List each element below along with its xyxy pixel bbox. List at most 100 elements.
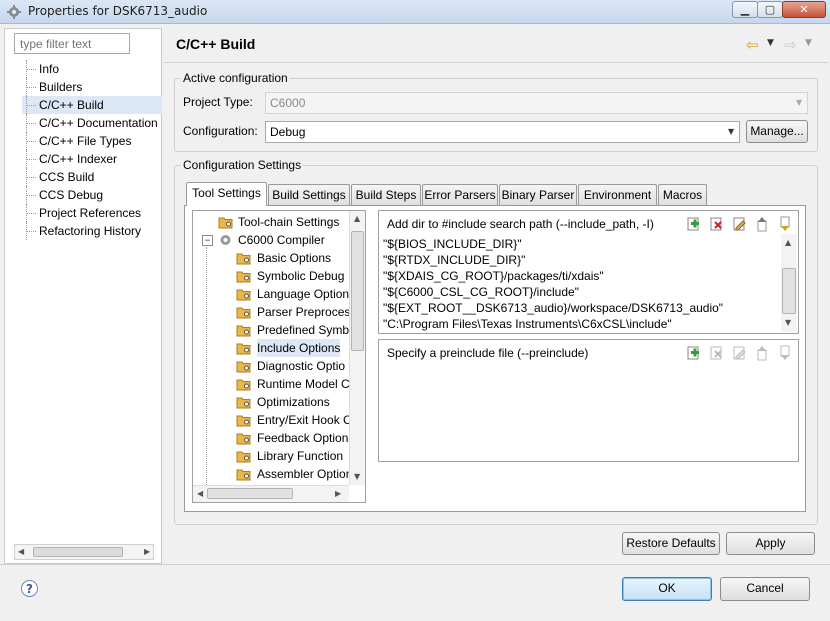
list-item[interactable]: "C:\Program Files\Texas Instruments\C6xC… (383, 316, 779, 332)
edit-icon[interactable] (731, 216, 747, 232)
list-item[interactable]: "${BIOS_INCLUDE_DIR}" (383, 236, 779, 252)
scroll-thumb[interactable] (351, 231, 364, 351)
tab-binary-parser[interactable]: Binary Parser (499, 184, 577, 205)
folder-gear-icon (236, 413, 251, 427)
back-history-dropdown-icon[interactable]: ▼ (767, 38, 774, 48)
nav-horizontal-scrollbar[interactable]: ◀ ▶ (14, 544, 154, 560)
add-icon[interactable] (685, 216, 701, 232)
tab-error-parsers[interactable]: Error Parsers (422, 184, 498, 205)
sidebar-item-refactoring-history[interactable]: Refactoring History (22, 222, 162, 240)
preinclude-panel: Specify a preinclude file (--preinclude) (378, 339, 799, 462)
folder-gear-icon (236, 359, 251, 373)
sidebar-item-cpp-documentation[interactable]: C/C++ Documentation (22, 114, 162, 132)
sidebar-item-cpp-indexer[interactable]: C/C++ Indexer (22, 150, 162, 168)
tree-item-feedback-options[interactable]: Feedback Option (193, 429, 349, 447)
sidebar-item-ccs-build[interactable]: CCS Build (22, 168, 162, 186)
configuration-label: Configuration: (183, 124, 258, 138)
sidebar-item-cpp-build[interactable]: C/C++ Build (22, 96, 162, 114)
move-up-icon[interactable] (754, 216, 770, 232)
back-arrow-icon[interactable]: ⇦ (746, 36, 759, 54)
delete-icon (708, 345, 724, 361)
tree-item-include-options[interactable]: Include Options (193, 339, 349, 357)
folder-gear-icon (236, 449, 251, 463)
folder-gear-icon (236, 395, 251, 409)
tree-item-library-function[interactable]: Library Function (193, 447, 349, 465)
preinclude-title: Specify a preinclude file (--preinclude) (387, 346, 589, 360)
minimize-button[interactable]: ▁ (732, 1, 758, 18)
sidebar-item-project-references[interactable]: Project References (22, 204, 162, 222)
tree-item-symbolic-debug[interactable]: Symbolic Debug (193, 267, 349, 285)
folder-gear-icon (236, 467, 251, 481)
forward-arrow-icon[interactable]: ⇨ (784, 36, 797, 54)
property-page-tree: Info Builders C/C++ Build C/C++ Document… (22, 60, 162, 240)
list-item[interactable]: "${EXT_ROOT__DSK6713_audio}/workspace/DS… (383, 300, 779, 316)
window-title: Properties for DSK6713_audio (28, 4, 208, 18)
move-down-icon (777, 345, 793, 361)
tool-options-tree: Tool-chain Settings − C6000 Compiler Bas… (192, 210, 366, 503)
project-type-select: C6000 (265, 92, 808, 114)
list-item[interactable]: "${XDAIS_CG_ROOT}/packages/ti/xdais" (383, 268, 779, 284)
restore-defaults-button[interactable]: Restore Defaults (622, 532, 720, 555)
scroll-down-icon[interactable]: ▼ (354, 472, 360, 481)
include-path-list: "${BIOS_INCLUDE_DIR}" "${RTDX_INCLUDE_DI… (383, 236, 779, 332)
tree-item-optimizations[interactable]: Optimizations (193, 393, 349, 411)
apply-button[interactable]: Apply (726, 532, 815, 555)
scroll-thumb[interactable] (33, 547, 123, 557)
tree-item-assembler-options[interactable]: Assembler Option (193, 465, 352, 483)
folder-gear-icon (236, 305, 251, 319)
gear-icon (218, 233, 233, 247)
sidebar-item-info[interactable]: Info (22, 60, 162, 78)
tab-tool-settings[interactable]: Tool Settings (186, 182, 267, 206)
scroll-thumb[interactable] (207, 488, 293, 499)
scroll-up-icon[interactable]: ▲ (354, 214, 360, 223)
cancel-button[interactable]: Cancel (720, 577, 810, 601)
configuration-select[interactable]: Debug (265, 121, 740, 143)
folder-gear-icon (236, 287, 251, 301)
tab-build-settings[interactable]: Build Settings (268, 184, 350, 205)
active-configuration-label: Active configuration (181, 71, 290, 85)
header-divider (163, 62, 828, 63)
scroll-right-icon[interactable]: ▶ (144, 547, 150, 556)
scroll-thumb[interactable] (782, 268, 796, 314)
folder-gear-icon (236, 269, 251, 283)
close-button[interactable]: ✕ (782, 1, 826, 18)
scroll-left-icon[interactable]: ◀ (18, 547, 24, 556)
tree-item-predefined-symbols[interactable]: Predefined Symb (193, 321, 349, 339)
sidebar-item-ccs-debug[interactable]: CCS Debug (22, 186, 162, 204)
include-path-title: Add dir to #include search path (--inclu… (387, 217, 654, 231)
chevron-down-icon[interactable]: ▼ (728, 127, 734, 136)
chevron-down-icon: ▼ (796, 98, 803, 107)
tree-item-basic-options[interactable]: Basic Options (193, 249, 349, 267)
page-title: C/C++ Build (176, 36, 256, 52)
scroll-left-icon[interactable]: ◀ (197, 489, 203, 498)
scroll-up-icon[interactable]: ▲ (785, 238, 791, 247)
sidebar-item-cpp-file-types[interactable]: C/C++ File Types (22, 132, 162, 150)
move-down-icon[interactable] (777, 216, 793, 232)
scroll-right-icon[interactable]: ▶ (335, 489, 341, 498)
forward-history-dropdown-icon[interactable]: ▼ (805, 38, 812, 48)
edit-icon (731, 345, 747, 361)
tree-item-entry-exit-hook[interactable]: Entry/Exit Hook C (193, 411, 352, 429)
maximize-button[interactable]: ▢ (757, 1, 783, 18)
scroll-down-icon[interactable]: ▼ (785, 318, 791, 327)
filter-input[interactable] (14, 33, 130, 54)
sidebar-item-builders[interactable]: Builders (22, 78, 162, 96)
list-item[interactable]: "${RTDX_INCLUDE_DIR}" (383, 252, 779, 268)
manage-configurations-button[interactable]: Manage... (746, 120, 808, 143)
tree-item-toolchain-settings[interactable]: Tool-chain Settings (193, 213, 349, 231)
tab-macros[interactable]: Macros (658, 184, 707, 205)
tab-build-steps[interactable]: Build Steps (351, 184, 421, 205)
tree-item-language-options[interactable]: Language Option (193, 285, 349, 303)
add-icon[interactable] (685, 345, 701, 361)
include-path-panel: Add dir to #include search path (--inclu… (378, 210, 799, 334)
delete-icon[interactable] (708, 216, 724, 232)
tree-item-parser-preprocessing[interactable]: Parser Preprocess (193, 303, 356, 321)
tree-item-c6000-compiler[interactable]: − C6000 Compiler (193, 231, 349, 249)
ok-button[interactable]: OK (622, 577, 712, 601)
list-item[interactable]: "${C6000_CSL_CG_ROOT}/include" (383, 284, 779, 300)
collapse-icon[interactable]: − (202, 235, 213, 246)
tab-environment[interactable]: Environment (578, 184, 657, 205)
help-icon[interactable]: ? (21, 580, 38, 597)
tree-item-diagnostic-options[interactable]: Diagnostic Optio (193, 357, 349, 375)
tree-item-runtime-model[interactable]: Runtime Model C (193, 375, 350, 393)
